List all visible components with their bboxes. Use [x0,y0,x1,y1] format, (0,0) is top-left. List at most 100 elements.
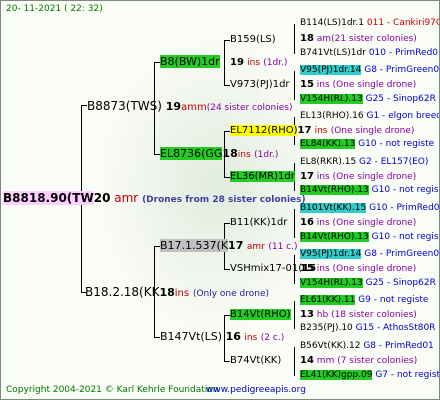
leaf-node[interactable]: 13 hb (18 sister colonies) [300,310,417,320]
leaf-name: EL41(KK)gpp.09 [300,370,373,380]
leaf-name: B235(PJ).10 [300,323,353,333]
mid-node[interactable]: B8(BW)1dr [160,55,220,68]
leaf-extra: am(21 sister colonies) [316,34,417,44]
leaf-node[interactable]: B741Vt(LS)1dr 010 - PrimRed01 [300,48,439,58]
leaf-queen-note: G8 - PrimGreen00 [364,65,440,75]
root-node[interactable]: B8818.90(TW20 amr (Drones from 28 sister… [3,191,306,205]
leaf-name: EL8(RKR).15 [300,157,357,167]
leaf-node[interactable]: B14Vt(RHO).13 G10 - not registe [300,185,439,195]
leaf-queen-note: G10 - not registe [358,139,435,149]
mid-node[interactable]: EL8736(GG18ins (1dr.) [160,147,278,160]
connector [294,71,295,100]
mid-generation: 16 [225,330,241,343]
drone-note: (Only one drone) [192,289,270,299]
leaf-node[interactable]: V154H(RL).13 G25 - Sinop62R [300,278,436,288]
leaf-node[interactable]: B101Vt(KK).15 G10 - PrimRed01 [300,203,440,213]
leaf-name: V154H(RL).13 [300,94,363,104]
leaf-extra: ins (One single drone) [316,264,417,274]
leaf-name: B741Vt(LS)1dr [300,48,366,58]
connector [294,24,295,54]
leaf-node[interactable]: EL8(RKR).15 G2 - EL157(EO) [300,158,428,167]
leaf-queen-note: G2 - EL157(EO) [359,157,429,167]
drone-node[interactable]: B18.2.18(KK18ins (Only one drone) [85,286,269,299]
third-extra: (One single drone) [330,126,415,136]
third-node[interactable]: B159(LS) [230,35,276,45]
root-generation: 20 [93,191,111,205]
leaf-generation: 18 [300,33,314,44]
drone-generation: 18 [159,286,175,299]
third-node[interactable]: EL7112(RHO)17 ins (One single drone) [230,125,415,136]
leaf-node[interactable]: B114(LS)1dr.1 011 - Cankiri97Q [300,18,440,28]
leaf-node[interactable]: 14 mm (7 sister colonies) [300,356,417,366]
leaf-extra: ins (One single drone) [316,218,417,228]
leaf-node[interactable]: 16 ins (One single drone) [300,218,416,228]
mid-extra: (2 c.) [260,333,285,343]
leaf-extra: hb (18 sister colonies) [316,310,417,320]
website-link[interactable]: www.pedigreeapis.org [206,386,306,395]
third-node-sub: 19 ins (1dr.) [230,58,287,68]
pedigree-chart: 20- 11-2021 ( 22: 32) B8818.90(TW20 amr … [0,0,440,400]
mid-generation: 17 [228,239,244,252]
third-node[interactable]: B14Vt(RHO) [230,309,291,320]
leaf-queen-note: G10 - PrimRed01 [369,203,440,213]
leaf-node[interactable]: EL13(RHO).16 G1 - elgon breed [300,111,440,121]
leaf-extra: ins (One single drone) [316,172,417,182]
queen-node[interactable]: B8873(TWS) 19amm(24 sister colonies) [87,100,292,113]
leaf-node[interactable]: EL84(KK).13 G10 - not registe [300,139,435,149]
leaf-generation: 17 [300,171,314,182]
queen-name: B8873(TWS) [87,99,162,113]
connector [294,347,295,376]
leaf-generation: 15 [300,263,314,274]
third-name: EL36(MR)1dr [230,171,295,182]
mid-node[interactable]: B17.1.537(K17 amr (11 c.) [160,239,298,252]
leaf-generation: 15 [300,79,314,90]
leaf-name: B56Vt(KK).12 [300,341,361,351]
third-suffix: ins [247,58,261,68]
copyright-text: Copyright 2004-2021 © Karl Kehrle Founda… [6,385,219,395]
leaf-queen-note: G25 - Sinop62R [365,94,436,104]
leaf-node[interactable]: 18 am(21 sister colonies) [300,34,417,44]
third-node[interactable]: V973(PJ)1dr [230,80,290,90]
leaf-name: EL61(KK).11 [300,295,356,305]
mid-name: B8(BW)1dr [160,55,220,68]
leaf-name: V95(PJ)1dr.14 [300,65,362,75]
leaf-queen-note: 011 - Cankiri97Q [366,18,440,28]
leaf-node[interactable]: V154H(RL).13 G25 - Sinop62R [300,94,436,104]
third-name: B159(LS) [230,34,276,45]
third-node[interactable]: B11(KK)1dr [230,218,287,228]
leaf-queen-note: G1 - elgon breed [366,111,440,121]
leaf-node[interactable]: EL61(KK).11 G9 - not registe [300,295,428,305]
third-name: B14Vt(RHO) [230,309,291,320]
leaf-node[interactable]: 15 ins (One single drone) [300,80,416,90]
leaf-node[interactable]: V95(PJ)1dr.14 G8 - PrimGreen00 [300,65,440,75]
leaf-node[interactable]: V95(PJ)1dr.14 G8 - PrimGreen00 [300,249,439,259]
leaf-generation: 13 [300,309,314,320]
third-extra: (1dr.) [263,58,288,68]
leaf-node[interactable]: 15 ins (One single drone) [300,264,416,274]
leaf-queen-note: G15 - AthosSt80R [355,323,436,333]
third-node[interactable]: EL36(MR)1dr [230,171,295,182]
leaf-name: V95(PJ)1dr.14 [300,249,362,259]
third-node[interactable]: B74Vt(KK) [230,356,281,366]
leaf-name: B14Vt(RHO).13 [300,185,369,195]
third-name: B74Vt(KK) [230,355,282,366]
leaf-node[interactable]: B14Vt(RHO).13 G10 - not registe [300,232,439,242]
leaf-queen-note: G8 - PrimRed01 [363,341,434,351]
leaf-node[interactable]: B56Vt(KK).12 G8 - PrimRed01 [300,342,434,351]
mid-generation: 18 [222,147,238,160]
leaf-generation: 16 [300,217,314,228]
third-generation: 17 [297,125,312,136]
leaf-node[interactable]: 17 ins (One single drone) [300,172,416,182]
leaf-queen-note: G10 - not registe [371,232,439,242]
queen-generation: 19 [165,100,182,113]
mid-node[interactable]: B147Vt(LS) 16 ins (2 c.) [160,331,284,343]
leaf-node[interactable]: B235(PJ).10 G15 - AthosSt80R [300,324,435,333]
leaf-generation: 14 [300,355,314,366]
third-name: B11(KK)1dr [230,217,288,228]
mid-name: B17.1.537(K [160,239,229,252]
leaf-node[interactable]: EL41(KK)gpp.09 G7 - not registe [300,370,439,380]
mid-suffix: ins [237,150,251,160]
queen-suffix: amm [181,102,207,113]
third-name: EL7112(RHO) [230,125,298,136]
leaf-queen-note: G25 - Sinop62R [365,278,436,288]
